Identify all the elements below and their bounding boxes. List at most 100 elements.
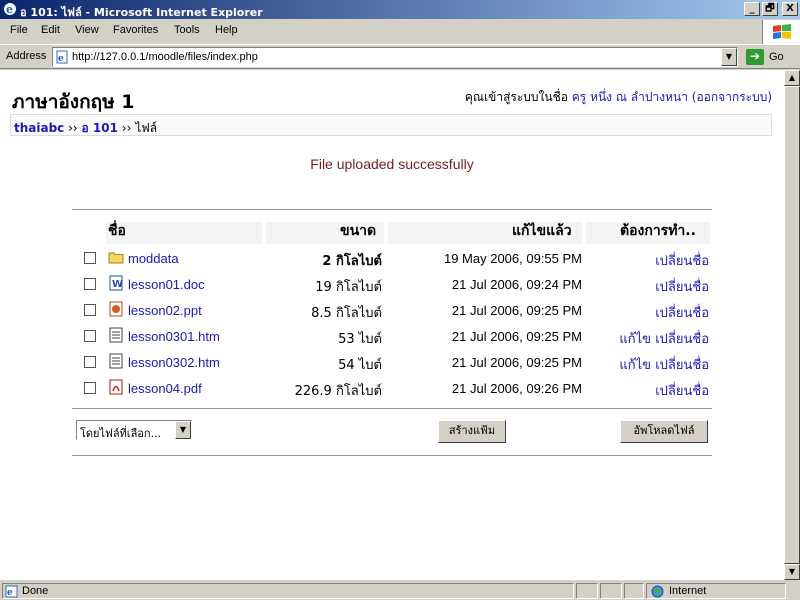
go-button[interactable]: ➔ Go — [744, 48, 796, 67]
edit-link[interactable]: แก้ไข — [619, 358, 651, 373]
header-bg-name — [106, 222, 262, 244]
scroll-thumb[interactable] — [784, 86, 800, 564]
row-checkbox[interactable] — [84, 330, 96, 342]
file-size: 54 ไบต์ — [338, 358, 382, 373]
address-input[interactable]: e http://127.0.0.1/moodle/files/index.ph… — [52, 47, 738, 67]
status-text: Done — [22, 585, 49, 597]
internet-explorer-icon: e — [4, 3, 16, 16]
table-row: moddata 2 กิโลไบต์ 19 May 2006, 09:55 PM… — [72, 246, 712, 272]
breadcrumb-sep: ›› — [117, 121, 136, 135]
address-dropdown-button[interactable]: ▼ — [721, 48, 737, 66]
rename-link[interactable]: เปลี่ยนชื่อ — [655, 254, 709, 269]
word-doc-icon: W — [109, 275, 123, 291]
status-bar: e Done Internet — [0, 582, 800, 600]
with-selected-value: โดยไฟล์ที่เลือก... — [80, 427, 162, 440]
rename-link[interactable]: เปลี่ยนชื่อ — [655, 280, 709, 295]
file-modified: 21 Jul 2006, 09:25 PM — [451, 355, 582, 370]
upload-file-button[interactable]: อัพโหลดไฟล์ — [620, 420, 708, 443]
file-size: 2 กิโลไบต์ — [322, 254, 382, 269]
menu-tools[interactable]: Tools — [174, 24, 200, 36]
rename-link[interactable]: เปลี่ยนชื่อ — [655, 306, 709, 321]
scroll-down-button[interactable]: ▼ — [784, 564, 800, 580]
login-prefix: คุณเข้าสู่ระบบในชื่อ — [464, 90, 568, 104]
login-info: คุณเข้าสู่ระบบในชื่อ ครู หนึ่ง ณ ลำปางหน… — [465, 88, 772, 107]
windows-logo — [762, 20, 800, 44]
row-checkbox[interactable] — [84, 356, 96, 368]
zone-label: Internet — [669, 585, 707, 597]
go-label: Go — [769, 51, 784, 63]
minimize-button[interactable]: _ — [744, 2, 760, 16]
make-folder-button[interactable]: สร้างแฟ้ม — [438, 420, 506, 443]
table-bottom-divider — [72, 455, 712, 456]
chevron-down-icon[interactable]: ▼ — [175, 421, 191, 439]
course-title: ภาษาอังกฤษ 1 — [12, 91, 135, 113]
breadcrumb: thaiabc ›› อ 101 ›› ไฟล์ — [10, 114, 772, 136]
logout-link[interactable]: (ออกจากระบบ) — [692, 90, 772, 104]
file-size: 8.5 กิโลไบต์ — [311, 306, 382, 321]
file-modified: 21 Jul 2006, 09:24 PM — [451, 277, 582, 292]
table-top-divider — [72, 209, 712, 210]
page-icon: e — [56, 50, 68, 64]
file-modified: 21 Jul 2006, 09:25 PM — [451, 329, 582, 344]
user-link[interactable]: ครู หนึ่ง ณ ลำปางหนา — [572, 90, 688, 104]
file-size: 19 กิโลไบต์ — [315, 280, 382, 295]
file-size: 53 ไบต์ — [338, 332, 382, 347]
with-selected-dropdown[interactable]: โดยไฟล์ที่เลือก... ▼ — [76, 420, 192, 440]
html-file-icon — [109, 353, 123, 369]
file-name-link[interactable]: lesson0301.htm — [128, 329, 220, 344]
file-name-link[interactable]: moddata — [128, 251, 179, 266]
column-header-action: ต้องการทำ.. — [620, 223, 696, 239]
address-label: Address — [6, 50, 47, 62]
file-name-link[interactable]: lesson04.pdf — [128, 381, 202, 396]
column-header-name[interactable]: ชื่อ — [108, 220, 126, 242]
powerpoint-icon — [109, 301, 123, 317]
column-header-size[interactable]: ขนาด — [340, 220, 376, 242]
pdf-icon — [109, 379, 123, 395]
restore-button[interactable]: 🗗 — [762, 2, 778, 16]
address-url: http://127.0.0.1/moodle/files/index.php — [72, 51, 258, 63]
menu-view[interactable]: View — [75, 24, 99, 36]
file-name-link[interactable]: lesson02.ppt — [128, 303, 202, 318]
menu-help[interactable]: Help — [215, 24, 238, 36]
globe-icon — [651, 585, 664, 598]
edit-link[interactable]: แก้ไข — [619, 332, 651, 347]
row-checkbox[interactable] — [84, 278, 96, 290]
status-cell — [600, 583, 622, 599]
upload-success-message: File uploaded successfully — [310, 156, 474, 172]
table-row: lesson0301.htm 53 ไบต์ 21 Jul 2006, 09:2… — [72, 324, 712, 350]
html-file-icon — [109, 327, 123, 343]
table-row: W lesson01.doc 19 กิโลไบต์ 21 Jul 2006, … — [72, 272, 712, 298]
folder-icon — [108, 252, 124, 264]
file-modified: 21 Jul 2006, 09:25 PM — [451, 303, 582, 318]
window-titlebar: e อ 101: ไฟล์ - Microsoft Internet Explo… — [0, 0, 800, 19]
rename-link[interactable]: เปลี่ยนชื่อ — [655, 332, 709, 347]
svg-text:W: W — [112, 279, 123, 290]
file-name-link[interactable]: lesson01.doc — [128, 277, 205, 292]
go-arrow-icon: ➔ — [746, 49, 764, 65]
status-cell — [576, 583, 598, 599]
row-checkbox[interactable] — [84, 382, 96, 394]
menu-bar: File Edit View Favorites Tools Help — [0, 20, 760, 42]
vertical-scrollbar[interactable]: ▲ ▼ — [784, 70, 800, 580]
row-checkbox[interactable] — [84, 304, 96, 316]
scroll-up-button[interactable]: ▲ — [784, 70, 800, 86]
breadcrumb-site-link[interactable]: thaiabc — [14, 121, 64, 135]
table-mid-divider — [72, 408, 712, 409]
breadcrumb-course-link[interactable]: อ 101 — [82, 121, 118, 135]
page-viewport: ภาษาอังกฤษ 1 คุณเข้าสู่ระบบในชื่อ ครู หน… — [0, 70, 784, 580]
page-done-icon: e — [5, 585, 18, 598]
column-header-modified[interactable]: แก้ไขแล้ว — [512, 220, 572, 242]
svg-text:e: e — [7, 588, 13, 598]
file-name-link[interactable]: lesson0302.htm — [128, 355, 220, 370]
menu-edit[interactable]: Edit — [41, 24, 60, 36]
table-row: lesson0302.htm 54 ไบต์ 21 Jul 2006, 09:2… — [72, 350, 712, 376]
close-button[interactable]: X — [782, 2, 798, 16]
rename-link[interactable]: เปลี่ยนชื่อ — [655, 384, 709, 399]
status-cell — [624, 583, 644, 599]
table-row: lesson04.pdf 226.9 กิโลไบต์ 21 Jul 2006,… — [72, 376, 712, 402]
menu-favorites[interactable]: Favorites — [113, 24, 158, 36]
menu-file[interactable]: File — [10, 24, 28, 36]
rename-link[interactable]: เปลี่ยนชื่อ — [655, 358, 709, 373]
svg-text:e: e — [58, 54, 64, 64]
row-checkbox[interactable] — [84, 252, 96, 264]
